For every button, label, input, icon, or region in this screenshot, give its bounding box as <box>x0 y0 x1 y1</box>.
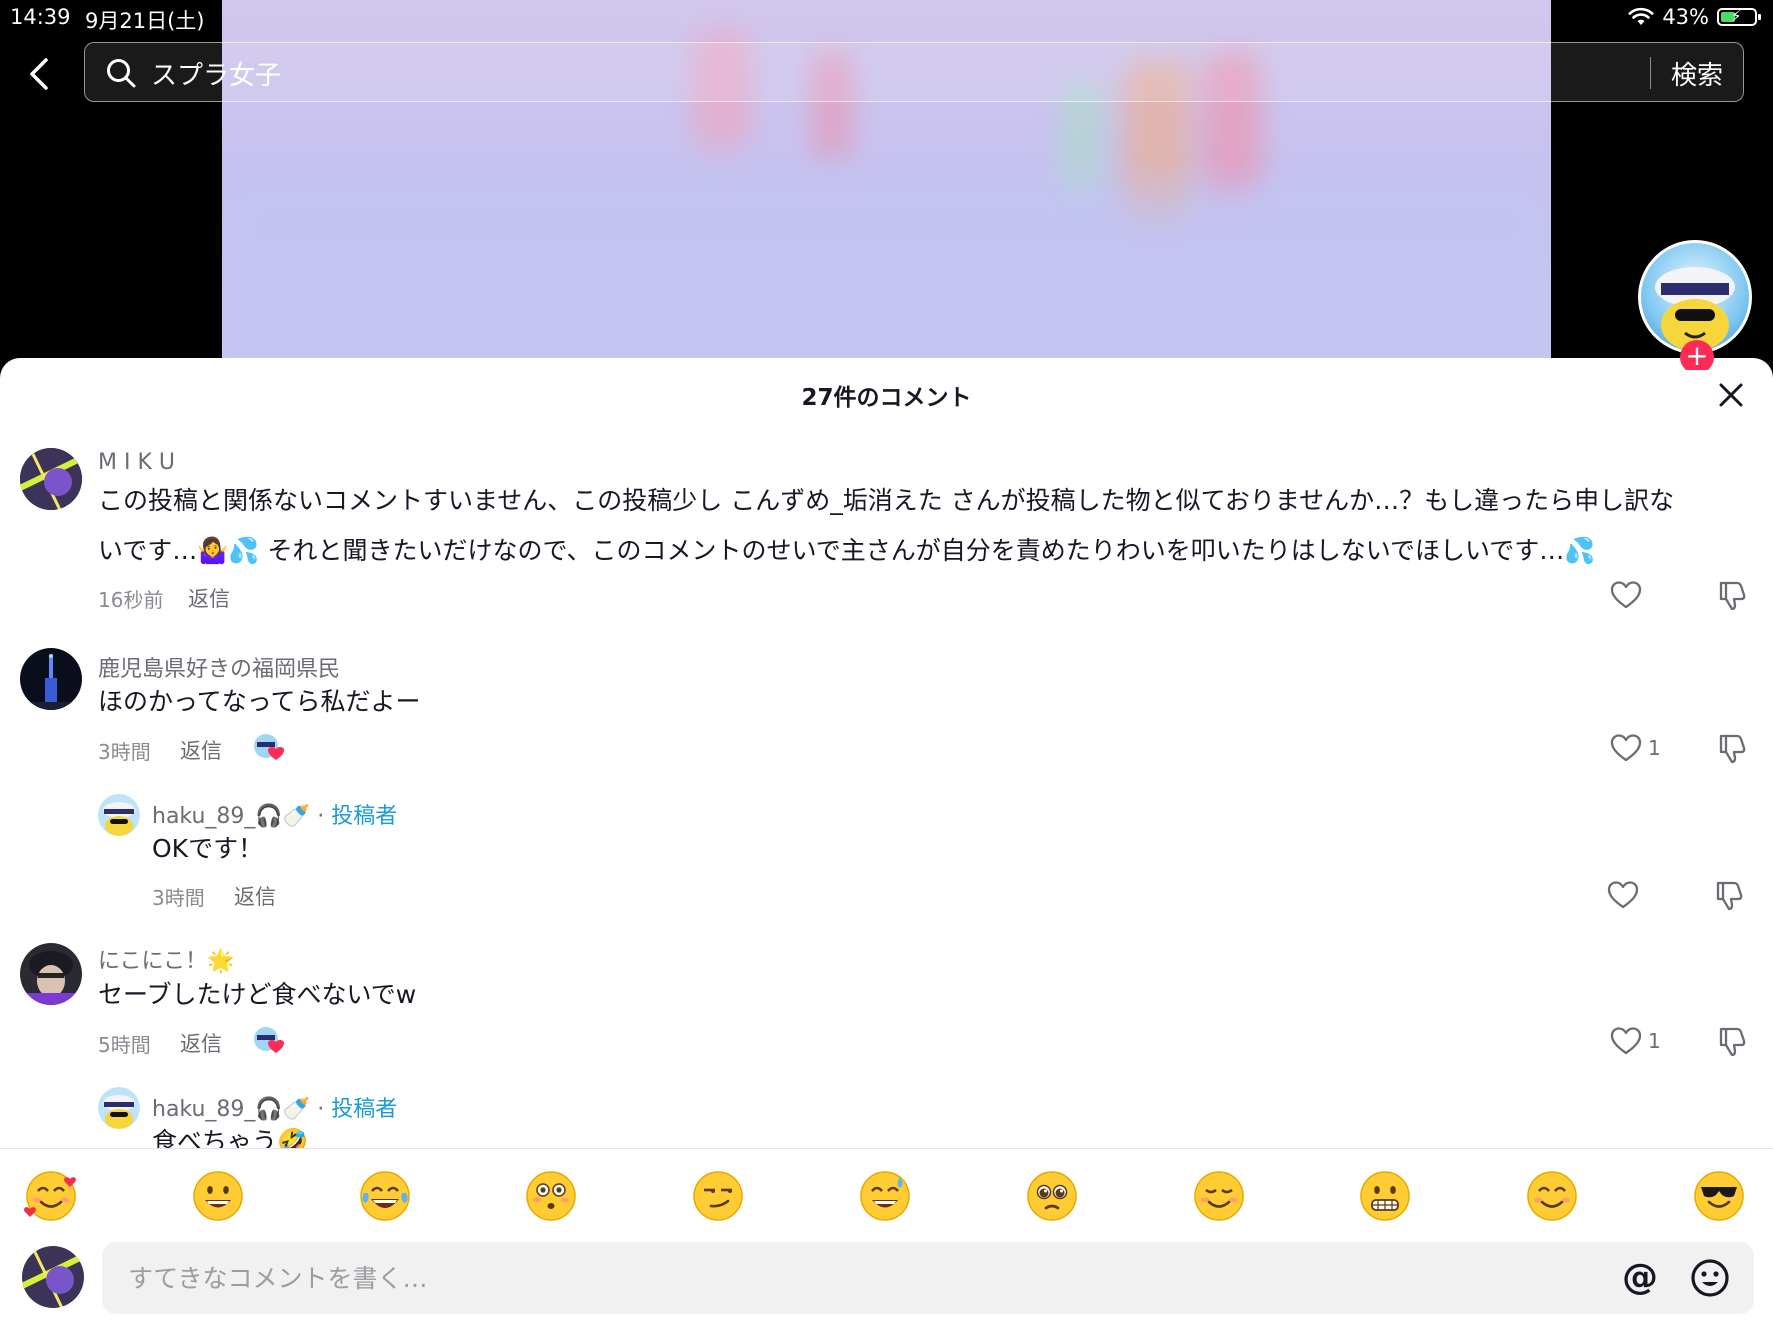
back-button[interactable] <box>22 52 58 96</box>
creator-liked-badge <box>252 732 286 762</box>
creator-avatar-image <box>1655 267 1735 351</box>
my-avatar[interactable] <box>22 1246 84 1308</box>
grinning-face-icon[interactable] <box>191 1169 245 1223</box>
reply-button[interactable]: 返信 <box>188 583 230 613</box>
avatar[interactable] <box>20 448 82 510</box>
comment-time: 16秒前 <box>98 588 164 612</box>
comment-text: ほのかってなってら私だよー <box>98 687 421 716</box>
flushed-face-icon[interactable] <box>524 1169 578 1223</box>
creator-avatar[interactable] <box>1638 240 1752 354</box>
like-button[interactable]: 1 <box>1610 731 1680 765</box>
search-query: スプラ女子 <box>151 61 282 91</box>
comment-text: OKです！ <box>152 834 264 863</box>
status-time: 14:39 <box>10 5 71 29</box>
avatar-image <box>22 1246 84 1308</box>
comment-text-line: いです…🤷‍♀️💦 それと聞きたいだけなので、このコメントのせいで主さんが自分を… <box>98 536 1596 565</box>
avatar[interactable] <box>98 1087 140 1129</box>
comment-text: セーブしたけど食べないでw <box>98 980 417 1009</box>
creator-liked-badge <box>252 1025 286 1055</box>
emoji-picker-button[interactable] <box>1690 1258 1730 1298</box>
thumbs-down-icon <box>1719 734 1746 764</box>
battery-cap <box>1758 14 1761 20</box>
avatar[interactable] <box>98 794 140 836</box>
mention-button[interactable]: @ <box>1620 1258 1660 1298</box>
creator-liked-icon <box>254 734 284 760</box>
heart-icon <box>1607 881 1639 909</box>
dislike-button[interactable] <box>1715 578 1749 612</box>
sheet-title: 27件のコメント <box>801 385 972 411</box>
search-icon <box>107 59 136 88</box>
grinning-sweat-icon[interactable] <box>858 1169 912 1223</box>
comment-composer: @ <box>0 1240 1773 1329</box>
comment-text-line: この投稿と関係ないコメントすいません、この投稿少し こんずめ_垢消えた さんが投… <box>98 486 1675 515</box>
avatar-image <box>20 448 82 510</box>
like-button[interactable]: 1 <box>1610 1024 1680 1058</box>
author-tag: 投稿者 <box>331 1097 398 1122</box>
comment-time: 3時間 <box>152 886 205 910</box>
heart-icon <box>1610 581 1642 609</box>
follow-button[interactable]: + <box>1680 340 1714 370</box>
face-with-tears-of-joy-icon[interactable] <box>358 1169 412 1223</box>
grimacing-face-icon[interactable] <box>1358 1169 1412 1223</box>
smiley-icon <box>1691 1259 1729 1297</box>
sunglasses-face-icon[interactable] <box>1692 1169 1746 1223</box>
smirking-face-icon[interactable] <box>691 1169 745 1223</box>
video-area[interactable]: 14:39 9月21日(土) 43% ⚡ スプラ女子 検索 + <box>0 0 1773 370</box>
video-blur-shape <box>222 180 1551 370</box>
thumbs-down-icon <box>1719 581 1746 611</box>
like-count: 1 <box>1648 1029 1661 1053</box>
reply-button[interactable]: 返信 <box>180 735 222 765</box>
avatar[interactable] <box>20 648 82 710</box>
heart-icon <box>1610 1027 1642 1055</box>
comment-time: 3時間 <box>98 740 151 764</box>
avatar-image <box>20 648 82 710</box>
status-bar: 14:39 9月21日(土) 43% ⚡ <box>0 0 1773 36</box>
status-date: 9月21日(土) <box>85 9 205 33</box>
comment-input[interactable] <box>102 1242 1754 1314</box>
smiling-face-icon[interactable] <box>1525 1169 1579 1223</box>
battery-icon: ⚡ <box>1717 7 1761 26</box>
like-count: 1 <box>1648 736 1661 760</box>
close-icon <box>1719 383 1743 407</box>
comment-text: この投稿と関係ないコメントすいません、この投稿少し こんずめ_垢消えた さんが投… <box>98 476 1758 576</box>
username-separator: · <box>317 1097 325 1122</box>
chevron-left-icon <box>30 58 48 90</box>
battery-percent: 43% <box>1662 5 1709 29</box>
search-divider <box>1650 57 1651 89</box>
thumbs-down-icon <box>1716 881 1743 911</box>
emoji-quick-bar <box>0 1148 1773 1241</box>
reply-button[interactable]: 返信 <box>234 881 276 911</box>
heart-icon <box>1610 734 1642 762</box>
status-right: 43% ⚡ <box>1628 5 1761 29</box>
comment-username[interactable]: M I K U <box>98 450 175 475</box>
username-separator: · <box>317 804 325 829</box>
thumbs-down-icon <box>1719 1027 1746 1057</box>
search-box[interactable]: スプラ女子 検索 <box>84 42 1744 102</box>
avatar-image <box>20 943 82 1005</box>
wifi-icon <box>1628 7 1654 25</box>
close-button[interactable] <box>1716 380 1746 410</box>
author-tag: 投稿者 <box>331 804 398 829</box>
charging-bolt-icon: ⚡ <box>1731 7 1742 25</box>
avatar-image <box>98 1087 140 1129</box>
avatar-image <box>98 794 140 836</box>
pleading-face-icon[interactable] <box>1025 1169 1079 1223</box>
relieved-face-icon[interactable] <box>1192 1169 1246 1223</box>
comment-time: 5時間 <box>98 1033 151 1057</box>
search-button[interactable]: 検索 <box>1671 55 1723 92</box>
creator-liked-icon <box>254 1027 284 1053</box>
avatar[interactable] <box>20 943 82 1005</box>
like-button[interactable] <box>1607 878 1677 912</box>
dislike-button[interactable] <box>1712 878 1746 912</box>
dislike-button[interactable] <box>1715 731 1749 765</box>
smiling-face-with-hearts-icon[interactable] <box>24 1169 78 1223</box>
reply-button[interactable]: 返信 <box>180 1028 222 1058</box>
like-button[interactable] <box>1610 578 1680 612</box>
dislike-button[interactable] <box>1715 1024 1749 1058</box>
